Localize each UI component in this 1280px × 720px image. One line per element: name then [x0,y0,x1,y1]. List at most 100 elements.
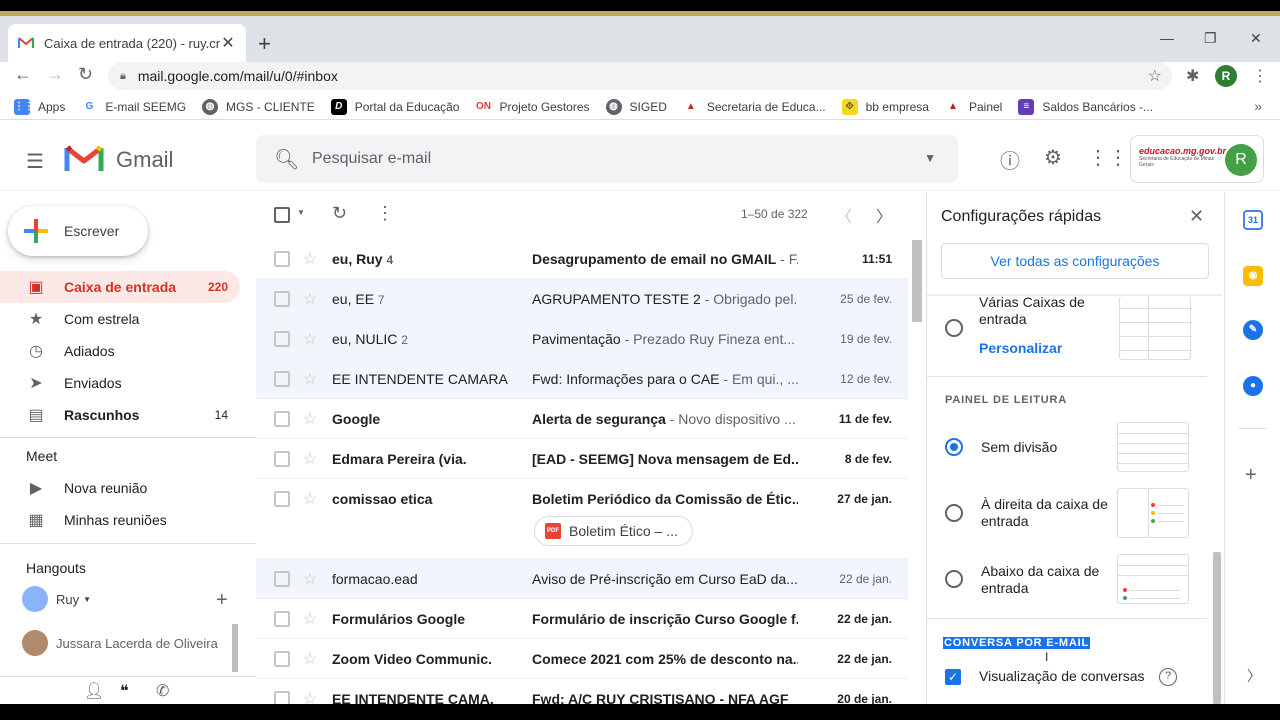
google-apps-icon[interactable]: ⋮⋮ [1088,145,1128,170]
bookmark-projeto-gestores[interactable]: ON Projeto Gestores [475,98,590,115]
mail-row[interactable]: ☆ eu, Ruy 4 Desagrupamento de email no GMA… [256,239,908,279]
row-checkbox[interactable] [274,411,290,427]
meet-my-meetings[interactable]: ▦ Minhas reuniões [0,504,240,536]
next-page-icon[interactable]: 〉 [876,203,892,227]
back-arrow-icon[interactable]: ← [14,64,32,85]
chrome-profile-avatar[interactable]: R [1215,65,1237,87]
see-all-settings-button[interactable]: Ver todas as configurações [941,243,1209,279]
conversation-view-checkbox[interactable]: ✓ [945,669,961,685]
row-checkbox[interactable] [274,611,290,627]
row-checkbox[interactable] [274,571,290,587]
reload-icon[interactable]: ↻ [78,64,93,85]
mail-row[interactable]: ☆ eu, NULIC 2 Pavimentação - Prezado Ruy F… [256,319,908,359]
search-input[interactable] [312,147,892,171]
calendar-icon[interactable]: 31 [1243,210,1263,230]
mail-row[interactable]: ☆ eu, EE 7 AGRUPAMENTO TESTE 2 - Obrigado … [256,279,908,319]
row-checkbox[interactable] [274,451,290,467]
row-checkbox[interactable] [274,651,290,667]
multi-inbox-radio[interactable] [945,319,963,337]
extensions-puzzle-icon[interactable]: ✱ [1186,66,1199,86]
compose-button[interactable]: Escrever [8,206,148,256]
expand-side-panel-icon[interactable]: 〉 [1247,666,1261,686]
bookmark-apps[interactable]: ⋮⋮ Apps [14,98,65,115]
star-toggle-icon[interactable]: ☆ [303,249,317,269]
row-checkbox[interactable] [274,491,290,507]
mail-row[interactable]: ☆ Zoom Video Communic. Comece 2021 com 25… [256,639,908,679]
row-checkbox[interactable] [274,331,290,347]
quick-settings-scrollbar[interactable] [1213,552,1221,704]
star-toggle-icon[interactable]: ☆ [303,609,317,629]
hangouts-user-chevron-icon[interactable]: ▼ [83,595,91,604]
bookmark-saldos[interactable]: ≡ Saldos Bancários -... [1018,98,1153,115]
bookmark-secretaria[interactable]: ▲ Secretaria de Educa... [682,98,826,115]
mail-list-scrollbar[interactable] [912,240,922,322]
get-addons-icon[interactable]: + [1245,464,1257,487]
main-menu-icon[interactable]: ☰ [26,149,44,174]
row-checkbox[interactable] [274,371,290,387]
refresh-icon[interactable]: ↻ [332,203,347,224]
previous-page-icon[interactable]: 〈 [836,203,852,227]
omnibox[interactable]: 🔒︎ mail.google.com/mail/u/0/#inbox ☆ [108,62,1172,90]
contacts-person-icon[interactable]: 👤︎ [84,681,104,701]
bookmark-mgs-cliente[interactable]: ◍ MGS - CLIENTE [202,98,315,115]
minimize-icon[interactable]: — [1160,30,1174,46]
star-toggle-icon[interactable]: ☆ [303,649,317,669]
sidebar-item-snoozed[interactable]: ◷ Adiados [0,335,240,367]
bookmark-siged[interactable]: ◍ SIGED [605,98,667,115]
search-options-chevron-icon[interactable]: ▼ [924,151,936,165]
bookmark-bb-empresa[interactable]: ⟐ bb empresa [841,98,929,115]
sidebar-item-inbox[interactable]: ▣ Caixa de entrada 220 [0,271,240,303]
reading-pane-below-radio[interactable] [945,570,963,588]
tasks-icon[interactable]: ✎ [1243,320,1263,340]
hangouts-contact[interactable]: Jussara Lacerda de Oliveira [22,630,218,656]
bookmark-portal-educacao[interactable]: D Portal da Educação [330,98,459,115]
bookmark-painel[interactable]: ▲ Painel [944,98,1002,115]
mail-row[interactable]: ☆ Formulários Google Formulário de inscri… [256,599,908,639]
help-icon[interactable]: ? [1159,668,1177,686]
mail-row[interactable]: ☆ EE INTENDENTE CAMARA Fwd: Informações p… [256,359,908,399]
bookmarks-overflow-icon[interactable]: » [1254,98,1262,114]
reading-pane-none-radio[interactable] [945,438,963,456]
bookmark-star-icon[interactable]: ☆ [1148,66,1162,86]
close-tab-icon[interactable]: ✕ [220,33,236,53]
star-toggle-icon[interactable]: ☆ [303,369,317,389]
window-close-icon[interactable]: ✕ [1250,30,1262,47]
sidebar-item-sent[interactable]: ➤ Enviados [0,367,240,399]
settings-gear-icon[interactable]: ⚙ [1044,145,1062,170]
mail-row[interactable]: ☆ Google Alerta de segurança - Novo dispo… [256,399,908,439]
phone-icon[interactable]: ✆ [156,681,169,701]
restore-icon[interactable]: ❐ [1204,30,1217,47]
bookmark-email-seemg[interactable]: G E-mail SEEMG [81,98,186,115]
star-toggle-icon[interactable]: ☆ [303,409,317,429]
row-checkbox[interactable] [274,291,290,307]
mail-row[interactable]: ☆ formacao.ead Aviso de Pré-inscrição em … [256,559,908,599]
hangouts-chat-icon[interactable]: ❝ [120,681,129,701]
chrome-menu-icon[interactable]: ⋮ [1252,66,1268,86]
forward-arrow-icon[interactable]: → [46,64,64,85]
select-all-checkbox[interactable] [274,207,290,223]
star-toggle-icon[interactable]: ☆ [303,449,317,469]
star-toggle-icon[interactable]: ☆ [303,569,317,589]
new-conversation-icon[interactable]: + [216,589,228,612]
more-options-icon[interactable]: ⋮ [376,203,394,224]
star-toggle-icon[interactable]: ☆ [303,489,317,509]
mail-row[interactable]: ☆ Edmara Pereira (via. [EAD - SEEMG] Nova… [256,439,908,479]
meet-new-meeting[interactable]: ▶ Nova reunião [0,472,240,504]
help-icon[interactable]: ⓘ [1000,145,1020,174]
sidebar-item-starred[interactable]: ★ Com estrela [0,303,240,335]
new-tab-icon[interactable]: + [258,33,271,55]
hangouts-user[interactable]: Ruy ▼ [22,586,91,612]
close-icon[interactable]: ✕ [1189,206,1204,227]
select-dropdown-icon[interactable]: ▼ [297,208,305,217]
sidebar-item-drafts[interactable]: ▤ Rascunhos 14 [0,399,240,431]
reading-pane-right-radio[interactable] [945,504,963,522]
star-toggle-icon[interactable]: ☆ [303,289,317,309]
attachment-chip[interactable]: PDF Boletim Ético – ... [534,516,693,546]
star-toggle-icon[interactable]: ☆ [303,329,317,349]
browser-tab[interactable]: Caixa de entrada (220) - ruy.cristi ✕ [8,24,246,62]
account-switcher[interactable]: educacao.mg.gov.br Secretaria de Educaçã… [1130,135,1264,183]
row-checkbox[interactable] [274,251,290,267]
contacts-icon[interactable]: ● [1243,376,1263,396]
account-avatar[interactable]: R [1225,144,1257,176]
sidebar-scrollbar[interactable] [232,624,238,672]
